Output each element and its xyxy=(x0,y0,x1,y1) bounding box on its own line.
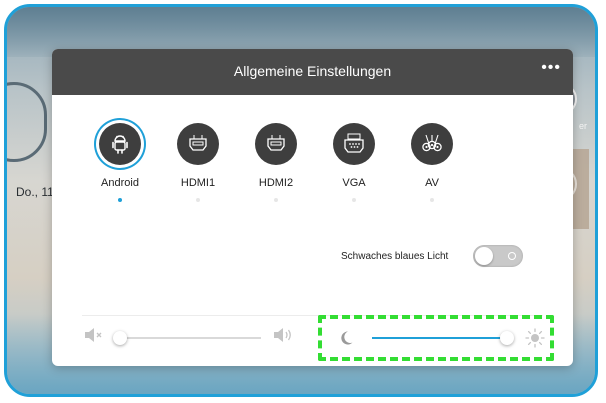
blue-light-label: Schwaches blaues Licht xyxy=(341,251,449,262)
source-hdmi1[interactable]: HDMI1 xyxy=(168,123,228,202)
blue-light-toggle[interactable] xyxy=(473,245,523,267)
source-label: AV xyxy=(425,177,439,189)
source-label: Android xyxy=(101,177,139,189)
volume-slider-knob[interactable] xyxy=(113,331,127,345)
brightness-highlight-box xyxy=(318,315,554,361)
volume-slider-track[interactable] xyxy=(120,337,261,339)
background-clock-widget xyxy=(7,82,47,162)
source-label: HDMI2 xyxy=(258,177,294,189)
source-vga[interactable]: VGA xyxy=(324,123,384,202)
vga-icon xyxy=(333,123,375,165)
hdmi-icon xyxy=(255,123,297,165)
source-indicator-dot xyxy=(274,198,278,202)
dialog-titlebar: Allgemeine Einstellungen ••• xyxy=(52,49,573,95)
toggle-knob xyxy=(475,247,493,265)
source-av[interactable]: AV xyxy=(402,123,462,202)
volume-max-icon[interactable] xyxy=(273,327,295,348)
hdmi-icon xyxy=(177,123,219,165)
toggle-off-indicator xyxy=(508,252,516,260)
background-date: Do., 11 xyxy=(16,185,54,199)
av-icon xyxy=(411,123,453,165)
source-indicator-dot xyxy=(352,198,356,202)
dialog-title: Allgemeine Einstellungen xyxy=(233,63,392,79)
source-indicator-dot xyxy=(118,198,122,202)
source-label: HDMI1 xyxy=(180,177,216,189)
volume-mute-icon[interactable] xyxy=(84,327,104,348)
background-app-label: er xyxy=(578,121,587,131)
source-hdmi2[interactable]: HDMI2 xyxy=(246,123,306,202)
more-options-button[interactable]: ••• xyxy=(541,59,561,77)
source-android[interactable]: Android xyxy=(90,123,150,202)
source-label: VGA xyxy=(342,177,366,189)
source-indicator-dot xyxy=(430,198,434,202)
source-indicator-dot xyxy=(196,198,200,202)
android-icon xyxy=(99,123,141,165)
